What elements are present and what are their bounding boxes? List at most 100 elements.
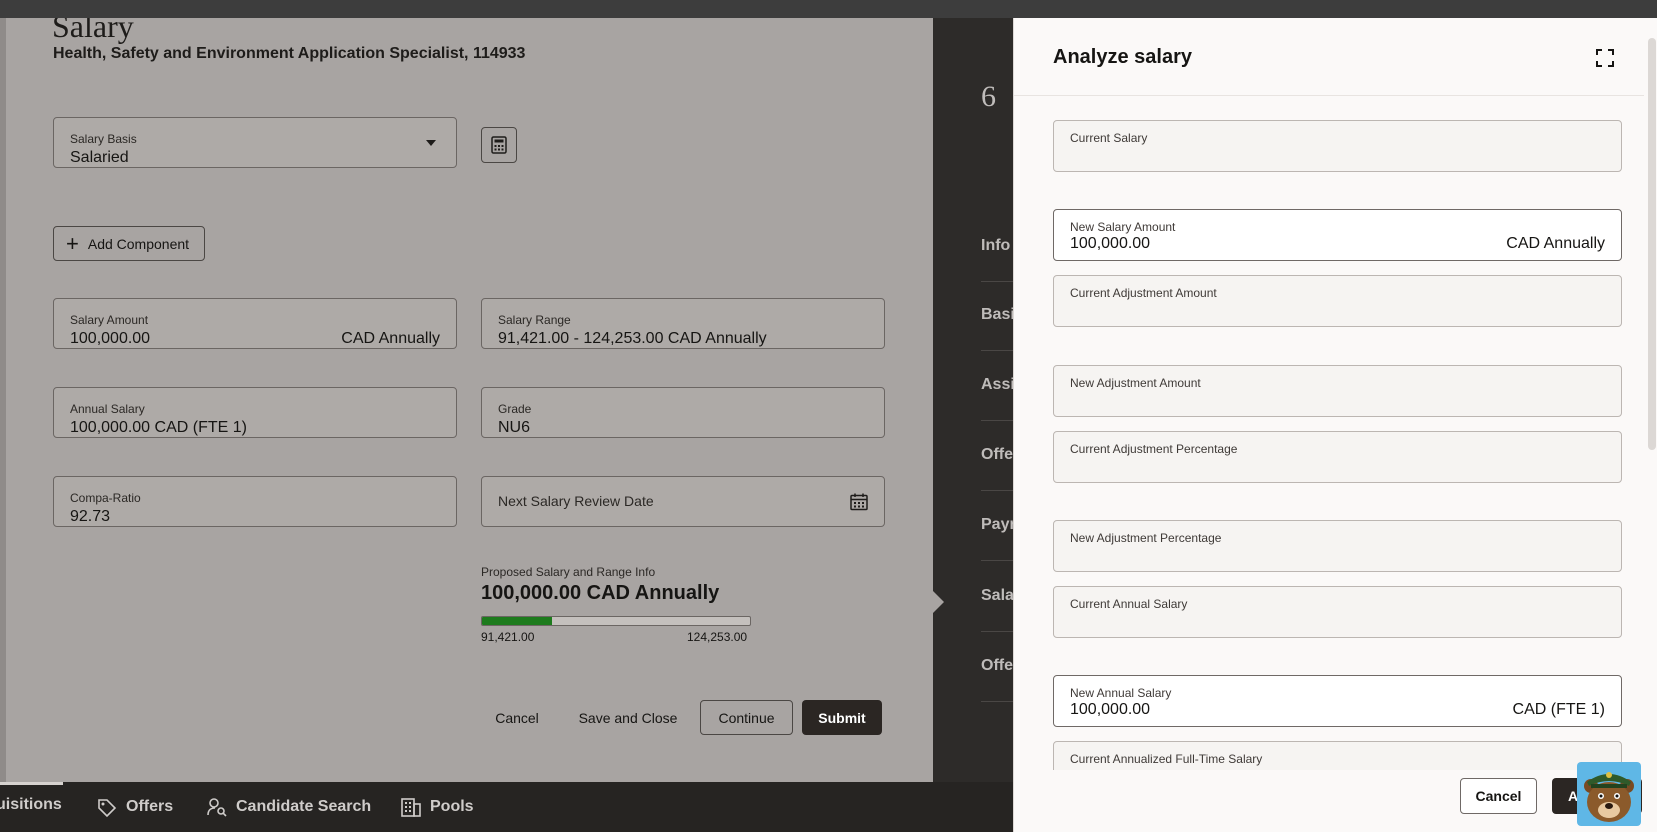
drawer-scrollbar[interactable] <box>1648 38 1656 450</box>
train-divider <box>981 701 1013 702</box>
current-adjustment-percentage-field: Current Adjustment Percentage <box>1053 431 1622 483</box>
step-number: 6 <box>981 80 996 113</box>
calendar-icon[interactable] <box>850 493 868 511</box>
salary-range-fill <box>482 617 552 625</box>
new-annual-salary-field[interactable]: New Annual Salary 100,000.00 CAD (FTE 1) <box>1053 675 1622 727</box>
new-salary-amount-field[interactable]: New Salary Amount 100,000.00 CAD Annuall… <box>1053 209 1622 261</box>
field-label: New Adjustment Amount <box>1070 376 1201 390</box>
nav-offers-label: Offers <box>126 798 174 815</box>
field-label: Current Annualized Full-Time Salary <box>1070 752 1263 766</box>
next-salary-review-date-field[interactable]: Next Salary Review Date <box>481 476 885 527</box>
field-label: Current Salary <box>1070 131 1148 145</box>
new-adjustment-amount-field[interactable]: New Adjustment Amount <box>1053 365 1622 417</box>
field-label: Current Annual Salary <box>1070 597 1188 611</box>
submit-button[interactable]: Submit <box>802 700 882 735</box>
nav-requisitions-label: uisitions <box>0 796 62 813</box>
train-divider <box>981 420 1013 421</box>
salary-amount-label: Salary Amount <box>70 313 149 327</box>
train-item-info[interactable]: Info <box>981 237 1010 255</box>
field-unit: CAD (FTE 1) <box>1512 701 1605 718</box>
browser-top-bar <box>0 0 1657 18</box>
train-divider <box>981 560 1013 561</box>
active-tab-indicator <box>0 782 63 785</box>
salary-amount-unit: CAD Annually <box>341 330 440 347</box>
add-component-label: Add Component <box>87 235 190 252</box>
add-component-button[interactable]: + Add Component <box>53 226 206 261</box>
save-and-close-button[interactable]: Save and Close <box>572 700 684 735</box>
new-adjustment-percentage-field[interactable]: New Adjustment Percentage <box>1053 520 1622 572</box>
train-item-payroll[interactable]: Payr <box>981 516 1013 534</box>
current-annual-salary-field: Current Annual Salary <box>1053 586 1622 638</box>
nav-offers[interactable]: Offers <box>96 796 173 818</box>
train-item-basic[interactable]: Basic <box>981 306 1013 324</box>
train-divider <box>981 631 1013 632</box>
salary-amount-value: 100,000.00 <box>70 330 151 347</box>
grade-value: NU6 <box>498 419 531 436</box>
nav-pools-label: Pools <box>430 798 474 815</box>
drawer-cancel-button[interactable]: Cancel <box>1460 778 1537 814</box>
nav-candidate-search[interactable]: Candidate Search <box>206 796 371 818</box>
page-title: Salary <box>52 18 134 44</box>
salary-basis-label: Salary Basis <box>70 132 137 146</box>
drawer-title: Analyze salary <box>1053 46 1192 68</box>
annual-salary-field: Annual Salary 100,000.00 CAD (FTE 1) <box>53 387 457 438</box>
train-divider <box>981 350 1013 351</box>
train-divider <box>981 490 1013 491</box>
left-edge-strip <box>0 18 6 782</box>
current-salary-field: Current Salary <box>1053 120 1622 172</box>
current-adjustment-amount-field: Current Adjustment Amount <box>1053 275 1622 327</box>
nav-candidate-search-label: Candidate Search <box>236 798 372 815</box>
field-label: New Adjustment Percentage <box>1070 531 1222 545</box>
drawer-header: Analyze salary <box>1014 18 1644 96</box>
proposed-salary-label: Proposed Salary and Range Info <box>481 565 656 579</box>
field-label: New Salary Amount <box>1070 220 1176 234</box>
field-value: 100,000.00 <box>1070 701 1151 718</box>
nav-requisitions[interactable]: uisitions <box>0 796 62 814</box>
process-train-panel: 6 Info Basic Assi Offe Payr Sala Offe <box>933 18 1013 782</box>
train-divider <box>981 281 1013 282</box>
grade-field: Grade NU6 <box>481 387 885 438</box>
candidate-search-icon <box>207 798 227 817</box>
range-max-value: 124,253.00 <box>687 630 748 644</box>
salary-basis-value: Salaried <box>70 149 129 166</box>
salary-amount-field[interactable]: Salary Amount 100,000.00 CAD Annually <box>53 298 457 349</box>
nav-pools[interactable]: Pools <box>400 796 474 818</box>
active-step-pointer <box>933 591 944 613</box>
salary-range-field: Salary Range 91,421.00 - 124,253.00 CAD … <box>481 298 885 349</box>
field-unit: CAD Annually <box>1506 235 1605 252</box>
train-item-salary[interactable]: Sala <box>981 587 1013 605</box>
compa-ratio-value: 92.73 <box>70 508 111 525</box>
pools-icon <box>401 798 421 817</box>
drawer-body: Current Salary New Salary Amount 100,000… <box>1014 97 1644 770</box>
offers-icon <box>98 799 117 818</box>
train-item-assignment[interactable]: Assi <box>981 376 1013 394</box>
cancel-button[interactable]: Cancel <box>483 700 551 735</box>
proposed-salary-value: 100,000.00 CAD Annually <box>481 582 720 604</box>
field-label: New Annual Salary <box>1070 686 1172 700</box>
next-salary-review-date-placeholder: Next Salary Review Date <box>498 493 654 509</box>
salary-page: Salary Health, Safety and Environment Ap… <box>0 18 933 782</box>
field-label: Current Adjustment Amount <box>1070 286 1217 300</box>
calculator-button[interactable] <box>481 127 517 163</box>
expand-button[interactable] <box>1593 46 1617 70</box>
calculator-icon <box>491 136 507 154</box>
chevron-down-icon[interactable] <box>426 140 436 146</box>
salary-range-value: 91,421.00 - 124,253.00 CAD Annually <box>498 330 767 347</box>
drawer-footer: Cancel A <box>1014 770 1657 832</box>
analyze-salary-drawer: Analyze salary Current Salary New Salary… <box>1013 18 1657 832</box>
salary-range-label: Salary Range <box>498 313 571 327</box>
expand-icon <box>1596 49 1614 67</box>
assistant-bear-avatar[interactable] <box>1577 762 1641 826</box>
train-item-offer-letter[interactable]: Offe <box>981 657 1013 675</box>
compa-ratio-label: Compa-Ratio <box>70 491 141 505</box>
train-item-offer[interactable]: Offe <box>981 446 1013 464</box>
salary-basis-select[interactable]: Salary Basis Salaried <box>53 117 457 168</box>
page-subtitle: Health, Safety and Environment Applicati… <box>53 45 526 62</box>
grade-label: Grade <box>498 402 532 416</box>
plus-icon: + <box>66 230 79 256</box>
range-min-value: 91,421.00 <box>481 630 535 644</box>
current-annualized-full-time-salary-field: Current Annualized Full-Time Salary <box>1053 741 1622 770</box>
field-value: 100,000.00 <box>1070 235 1151 252</box>
salary-range-bar <box>481 616 751 626</box>
continue-button[interactable]: Continue <box>700 700 793 735</box>
